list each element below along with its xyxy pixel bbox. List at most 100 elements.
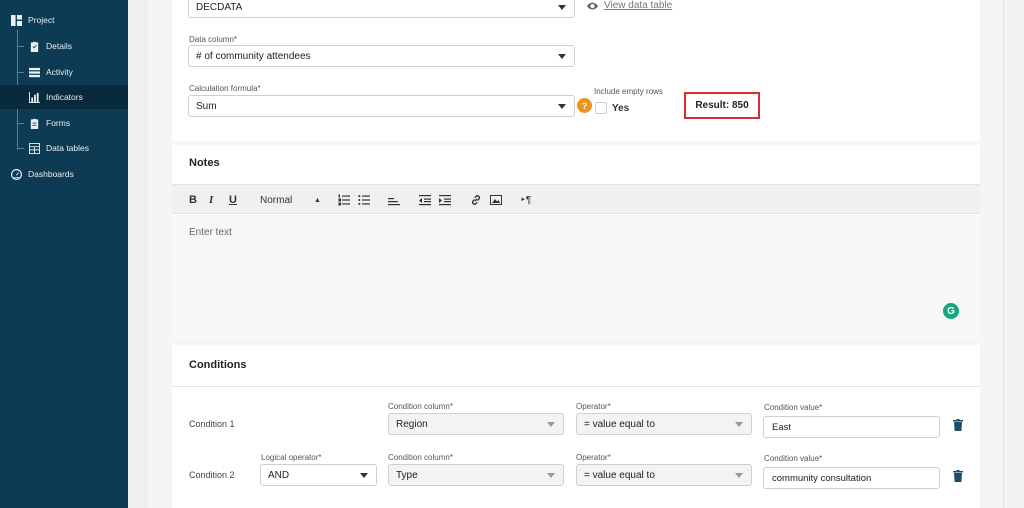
include-empty-rows-yes-label: Yes xyxy=(612,103,630,114)
chevron-down-icon xyxy=(558,5,566,10)
sidebar-item-label: Details xyxy=(46,41,72,51)
indicator-settings-card xyxy=(172,0,980,141)
dashboard-layout-icon xyxy=(11,14,22,26)
align-left-icon xyxy=(388,198,400,206)
data-column-select[interactable]: # of community attendees xyxy=(188,45,575,67)
include-empty-rows-checkbox[interactable] xyxy=(595,102,607,114)
bullet-list-button[interactable] xyxy=(358,193,370,207)
delete-condition-button[interactable] xyxy=(953,418,963,431)
notes-title: Notes xyxy=(189,157,220,169)
condition-column-select[interactable]: Region xyxy=(388,413,564,435)
sidebar-item-label: Forms xyxy=(46,118,71,128)
link-button[interactable] xyxy=(470,193,482,207)
updown-arrows-icon: ▲ xyxy=(314,196,321,204)
ordered-list-button[interactable] xyxy=(338,193,350,207)
view-data-table-label: View data table xyxy=(604,0,673,11)
bullet-list-icon xyxy=(358,195,370,205)
eye-icon xyxy=(587,2,598,9)
sidebar-item-project[interactable]: Project xyxy=(0,8,128,32)
condition-value-label: Condition value* xyxy=(764,454,823,463)
trash-icon xyxy=(953,470,963,482)
data-column-label: Data column* xyxy=(189,35,238,44)
operator-select[interactable]: = value equal to xyxy=(576,413,752,435)
condition-column-select[interactable]: Type xyxy=(388,464,564,486)
form-clipboard-icon xyxy=(29,118,40,129)
condition-column-label: Condition column* xyxy=(388,402,453,411)
notes-placeholder: Enter text xyxy=(189,227,232,238)
sidebar-item-forms[interactable]: Forms xyxy=(0,111,128,135)
condition-value-input[interactable]: East xyxy=(763,416,940,438)
data-column-value: # of community attendees xyxy=(196,50,311,62)
logical-operator-value: AND xyxy=(268,469,290,481)
paragraph-direction-icon: ‣¶ xyxy=(520,194,532,206)
bar-chart-icon xyxy=(29,91,40,103)
include-empty-rows-label: Include empty rows xyxy=(594,87,663,96)
trash-icon xyxy=(953,419,963,431)
condition-column-label: Condition column* xyxy=(388,453,453,462)
view-data-table-link[interactable]: View data table xyxy=(587,0,672,11)
outdent-button[interactable] xyxy=(419,193,431,207)
help-icon[interactable]: ? xyxy=(577,98,592,113)
outdent-icon xyxy=(419,195,431,206)
image-button[interactable] xyxy=(490,193,502,207)
operator-select[interactable]: = value equal to xyxy=(576,464,752,486)
text-style-value: Normal xyxy=(260,194,293,206)
chevron-down-icon xyxy=(547,473,555,478)
activity-list-icon xyxy=(29,67,40,78)
gauge-icon xyxy=(11,168,22,180)
delete-condition-button[interactable] xyxy=(953,469,963,482)
link-icon xyxy=(471,195,481,205)
align-button[interactable] xyxy=(388,193,400,207)
underline-button[interactable]: U xyxy=(229,193,237,207)
operator-value: = value equal to xyxy=(584,469,655,481)
ordered-list-icon xyxy=(338,194,350,206)
italic-button[interactable]: I xyxy=(209,193,213,207)
calculation-formula-label: Calculation formula* xyxy=(189,84,261,93)
chevron-down-icon xyxy=(735,422,743,427)
condition-column-value: Region xyxy=(396,418,428,430)
sidebar-item-data-tables[interactable]: Data tables xyxy=(0,136,128,160)
sidebar-item-label: Dashboards xyxy=(28,169,74,179)
notes-editor[interactable] xyxy=(172,215,980,340)
calculation-formula-select[interactable]: Sum xyxy=(188,95,575,117)
chevron-down-icon xyxy=(735,473,743,478)
content-gutter xyxy=(128,0,148,508)
data-table-select[interactable]: DECDATA xyxy=(188,0,575,18)
condition-row-label: Condition 1 xyxy=(189,419,235,429)
chevron-down-icon xyxy=(360,473,368,478)
conditions-divider xyxy=(172,386,980,387)
sidebar: Project Details Activity Indicators Form… xyxy=(0,0,128,508)
grammarly-icon[interactable]: G xyxy=(943,303,959,319)
sidebar-item-indicators[interactable]: Indicators xyxy=(0,85,128,109)
text-style-select[interactable]: Normal ▲ xyxy=(260,193,321,207)
image-icon xyxy=(490,195,502,205)
conditions-title: Conditions xyxy=(189,359,247,371)
text-direction-button[interactable]: ‣¶ xyxy=(520,193,531,207)
sidebar-item-label: Activity xyxy=(46,67,73,77)
indent-button[interactable] xyxy=(439,193,451,207)
logical-operator-select[interactable]: AND xyxy=(260,464,377,486)
result-value: Result: 850 xyxy=(684,92,760,119)
operator-value: = value equal to xyxy=(584,418,655,430)
operator-label: Operator* xyxy=(576,453,611,462)
chevron-down-icon xyxy=(558,104,566,109)
table-icon xyxy=(29,142,40,154)
rich-text-toolbar: B I U Normal ▲ ‣¶ xyxy=(172,184,980,214)
condition-row-label: Condition 2 xyxy=(189,470,235,480)
right-margin xyxy=(1003,0,1024,508)
condition-column-value: Type xyxy=(396,469,418,481)
bold-button[interactable]: B xyxy=(189,193,197,207)
logical-operator-label: Logical operator* xyxy=(261,453,322,462)
chevron-down-icon xyxy=(558,54,566,59)
condition-value-input[interactable]: community consultation xyxy=(763,467,940,489)
operator-label: Operator* xyxy=(576,402,611,411)
sidebar-item-dashboards[interactable]: Dashboards xyxy=(0,162,128,186)
condition-value-label: Condition value* xyxy=(764,403,823,412)
indent-icon xyxy=(439,195,451,206)
sidebar-item-label: Indicators xyxy=(46,92,83,102)
sidebar-item-activity[interactable]: Activity xyxy=(0,60,128,84)
chevron-down-icon xyxy=(547,422,555,427)
calculation-formula-value: Sum xyxy=(196,100,217,112)
data-table-value: DECDATA xyxy=(196,1,243,13)
sidebar-item-details[interactable]: Details xyxy=(0,34,128,58)
